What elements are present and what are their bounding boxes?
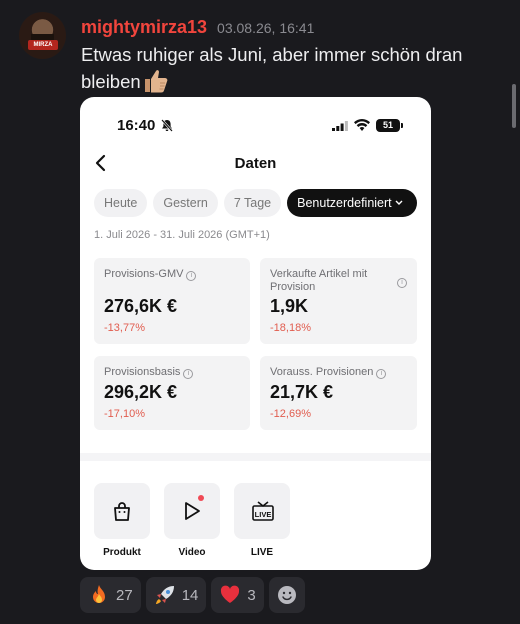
reaction-fire[interactable]: 27 bbox=[80, 577, 141, 613]
metric-label: Verkaufte Artikel mit Provision bbox=[270, 268, 368, 293]
rocket-emoji bbox=[155, 586, 174, 604]
svg-text:LIVE: LIVE bbox=[255, 510, 272, 519]
wifi-icon bbox=[354, 119, 370, 131]
chip-today[interactable]: Heute bbox=[94, 189, 148, 217]
chevron-down-icon bbox=[395, 200, 403, 205]
avatar-tag: MIRZA bbox=[28, 40, 58, 50]
metric-value: 276,6K € bbox=[104, 296, 178, 316]
tool-label: Video bbox=[178, 547, 206, 558]
fire-emoji bbox=[93, 585, 105, 603]
info-icon[interactable]: i bbox=[397, 278, 407, 288]
bell-muted-icon bbox=[161, 119, 173, 132]
metric-label: Provisionsbasis i bbox=[104, 366, 194, 379]
tool-label: Produkt bbox=[103, 547, 141, 558]
metric-label-text: Provisionsbasis bbox=[104, 366, 181, 378]
thumbs-up-emoji bbox=[143, 68, 171, 94]
reaction-count: 14 bbox=[181, 586, 199, 604]
reaction-count: 3 bbox=[247, 586, 256, 604]
chip-custom[interactable]: Benutzerdefiniert bbox=[287, 189, 418, 217]
play-icon bbox=[185, 502, 200, 520]
chip-yesterday[interactable]: Gestern bbox=[153, 189, 218, 217]
metric-value: 296,2K € bbox=[104, 382, 178, 402]
status-bar: 16:40 51 bbox=[80, 117, 431, 135]
message-text-content: Etwas ruhiger als Juni, aber immer schön… bbox=[81, 44, 463, 92]
metric-card-commission-gmv[interactable]: Provisions-GMV i 276,6K € -13,77% bbox=[94, 258, 250, 344]
section-divider bbox=[80, 453, 431, 461]
nav-bar: Daten bbox=[80, 153, 431, 175]
notification-dot bbox=[198, 495, 204, 501]
tool-video-box[interactable] bbox=[164, 483, 220, 539]
live-icon: LIVE bbox=[252, 501, 274, 521]
page-title: Daten bbox=[234, 155, 277, 172]
screenshot-attachment[interactable]: 16:40 51 Daten Heute Gestern 7 Tage Benu… bbox=[80, 97, 431, 570]
info-icon[interactable]: i bbox=[183, 369, 194, 379]
metric-change: -17,10% bbox=[104, 408, 145, 420]
date-filter-chips: Heute Gestern 7 Tage Benutzerdefiniert bbox=[94, 189, 418, 217]
metric-label: Provisions-GMV i bbox=[104, 268, 197, 281]
reaction-heart[interactable]: 3 bbox=[211, 577, 264, 613]
metric-value: 1,9K bbox=[270, 296, 309, 316]
metric-card-items-sold[interactable]: Verkaufte Artikel mit Provision i 1,9K -… bbox=[260, 258, 417, 344]
battery-icon: 51 bbox=[376, 119, 403, 132]
heart-emoji bbox=[221, 585, 240, 603]
date-range: 1. Juli 2026 - 31. Juli 2026 (GMT+1) bbox=[94, 229, 270, 241]
metric-value: 21,7K € bbox=[270, 382, 334, 402]
metric-card-expected-commissions[interactable]: Vorauss. Provisionen i 21,7K € -12,69% bbox=[260, 356, 417, 430]
info-icon[interactable]: i bbox=[186, 271, 197, 281]
metric-card-commission-base[interactable]: Provisionsbasis i 296,2K € -17,10% bbox=[94, 356, 250, 430]
user-avatar[interactable]: MIRZA bbox=[19, 12, 66, 59]
tool-live[interactable]: LIVE LIVE bbox=[234, 483, 290, 558]
metric-label: Vorauss. Provisionen i bbox=[270, 366, 387, 379]
bag-icon bbox=[114, 502, 130, 521]
metric-label-text: Provisions-GMV bbox=[104, 268, 184, 280]
metric-label-text: Vorauss. Provisionen bbox=[270, 366, 374, 378]
reactions-bar: 27 14 3 bbox=[80, 577, 305, 613]
metric-change: -18,18% bbox=[270, 322, 311, 334]
message-timestamp: 03.08.26, 16:41 bbox=[217, 20, 315, 36]
add-reaction-button[interactable] bbox=[268, 577, 305, 613]
reaction-count: 27 bbox=[116, 586, 133, 604]
reaction-rocket[interactable]: 14 bbox=[145, 577, 207, 613]
signal-icon bbox=[332, 121, 348, 131]
username[interactable]: mightymirza13 bbox=[81, 17, 207, 38]
message-header: mightymirza13 03.08.26, 16:41 bbox=[81, 17, 314, 38]
chip-7-days[interactable]: 7 Tage bbox=[223, 189, 282, 217]
tool-live-box[interactable]: LIVE bbox=[234, 483, 290, 539]
smiley-icon bbox=[277, 586, 296, 604]
message-text: Etwas ruhiger als Juni, aber immer schön… bbox=[81, 41, 501, 95]
tool-video[interactable]: Video bbox=[164, 483, 220, 558]
tool-label: LIVE bbox=[250, 547, 274, 558]
tool-product[interactable]: Produkt bbox=[94, 483, 150, 558]
info-icon[interactable]: i bbox=[376, 369, 387, 379]
status-time: 16:40 bbox=[117, 117, 156, 134]
metric-change: -13,77% bbox=[104, 322, 145, 334]
chip-custom-label: Benutzerdefiniert bbox=[297, 196, 392, 210]
scrollbar[interactable] bbox=[512, 84, 516, 128]
metric-change: -12,69% bbox=[270, 408, 311, 420]
tool-product-box[interactable] bbox=[94, 483, 150, 539]
